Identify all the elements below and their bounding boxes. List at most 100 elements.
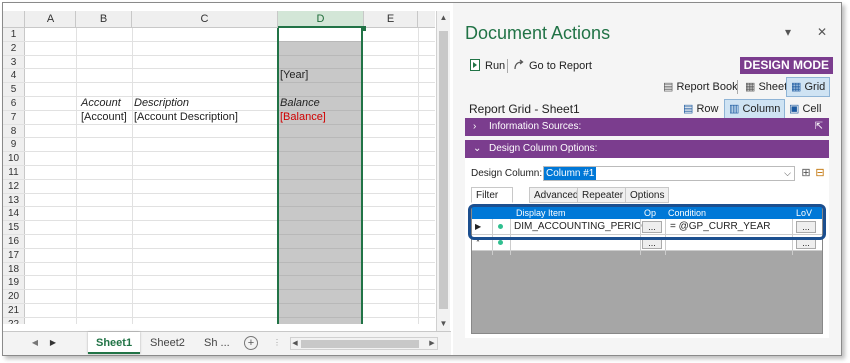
cell-mode-button[interactable]: ▣ Cell	[785, 99, 825, 119]
cell-b6[interactable]: Account	[81, 97, 121, 111]
action-toolbar: Run Go to Report DESIGN MODE	[465, 56, 833, 76]
cell-d6[interactable]: Balance	[280, 97, 320, 111]
tab-sheet1[interactable]: Sheet1	[88, 332, 141, 354]
column-d-gridline	[279, 206, 361, 208]
close-icon[interactable]: ✕	[817, 25, 827, 39]
column-header-b[interactable]: B	[76, 11, 132, 28]
row-number[interactable]: 2	[3, 41, 25, 55]
row-number[interactable]: 1	[3, 28, 25, 41]
scroll-down-icon[interactable]: ▼	[437, 317, 450, 331]
row-number[interactable]: 16	[3, 235, 25, 248]
horizontal-scroll-thumb[interactable]	[301, 340, 419, 348]
row-number[interactable]: 8	[3, 124, 25, 138]
status-dot-icon	[498, 240, 503, 245]
report-book-label: Report Book	[676, 81, 738, 93]
scroll-right-icon[interactable]: ▶	[427, 337, 437, 351]
row-number[interactable]: 18	[3, 262, 25, 276]
scroll-left-icon[interactable]: ◀	[290, 337, 300, 351]
column-icon: ▥	[729, 103, 740, 115]
row-number[interactable]: 3	[3, 55, 25, 69]
design-mode-badge[interactable]: DESIGN MODE	[739, 57, 833, 74]
tab-more-sheets[interactable]: Sh ...	[196, 332, 238, 354]
sheet-row: 3	[3, 55, 435, 70]
sheet-row: 15	[3, 221, 435, 235]
row-number[interactable]: 17	[3, 248, 25, 262]
sheet-rows: 12345678910111213141516171819202122	[3, 28, 435, 324]
tab-filter-criteria[interactable]: Filter Criteria	[471, 187, 514, 217]
row-label: Row	[696, 103, 719, 115]
row-number[interactable]: 9	[3, 138, 25, 152]
sheet-button[interactable]: ▦ Sheet	[741, 77, 791, 97]
row-number[interactable]: 10	[3, 152, 25, 165]
information-sources-header[interactable]: › Information Sources: ⇱	[465, 118, 829, 136]
vertical-scroll-thumb[interactable]	[439, 31, 448, 309]
document-actions-panel: Document Actions ▾ ✕ Run Go to Report DE…	[453, 3, 841, 355]
cell-d7[interactable]: [Balance]	[280, 111, 326, 125]
add-column-icon[interactable]: ⊞	[799, 166, 813, 180]
tab-prev-icon[interactable]: ◀	[27, 332, 43, 354]
row-number[interactable]: 12	[3, 179, 25, 193]
sheet-row: 13	[3, 193, 435, 208]
tab-split-handle-icon[interactable]: ⋮	[269, 332, 285, 354]
vertical-scrollbar[interactable]: ▲ ▼	[436, 11, 450, 331]
sheet-row: 14	[3, 207, 435, 222]
tab-next-icon[interactable]: ▶	[45, 332, 61, 354]
row-number[interactable]: 14	[3, 207, 25, 221]
column-header-c[interactable]: C	[132, 11, 278, 28]
panel-title: Document Actions	[465, 23, 611, 43]
row-number[interactable]: 13	[3, 193, 25, 207]
tab-advanced[interactable]: Advanced	[529, 187, 584, 203]
row-number[interactable]: 5	[3, 83, 25, 96]
fill-handle[interactable]	[361, 26, 366, 31]
column-header-d[interactable]: D	[278, 11, 364, 28]
add-sheet-icon[interactable]: +	[244, 336, 258, 350]
row-number[interactable]: 6	[3, 97, 25, 110]
go-to-report-icon	[514, 59, 524, 70]
row-number[interactable]: 19	[3, 276, 25, 290]
cell-b7[interactable]: [Account]	[81, 111, 127, 125]
row-number[interactable]: 20	[3, 290, 25, 303]
row-number[interactable]: 7	[3, 110, 25, 124]
horizontal-scrollbar[interactable]: ◀ ▶	[290, 337, 438, 350]
gridline	[418, 28, 419, 324]
row-number[interactable]: 15	[3, 221, 25, 234]
sheet-row: 20	[3, 290, 435, 304]
tab-repeater[interactable]: Repeater	[577, 187, 629, 203]
cell-d4[interactable]: [Year]	[280, 69, 308, 83]
panel-options-icon[interactable]: ▾	[785, 25, 791, 39]
row-number[interactable]: 22	[3, 317, 25, 324]
cell-d1[interactable]	[279, 28, 361, 42]
column-header-e[interactable]: E	[364, 11, 418, 28]
chevron-down-icon[interactable]: ⌵	[784, 167, 791, 180]
row-number[interactable]: 21	[3, 304, 25, 317]
go-to-report-button[interactable]: Go to Report	[513, 56, 592, 76]
sheet-row: 18	[3, 262, 435, 277]
cell-c6[interactable]: Description	[134, 97, 189, 111]
tab-sheet2[interactable]: Sheet2	[142, 332, 193, 354]
select-all-corner[interactable]	[3, 11, 25, 28]
row-number[interactable]: 4	[3, 69, 25, 83]
grid-button[interactable]: ▦ Grid	[786, 77, 831, 97]
column-header-a[interactable]: A	[26, 11, 76, 28]
grid-icon: ▦	[791, 81, 802, 93]
scroll-up-icon[interactable]: ▲	[437, 11, 450, 25]
gridline	[76, 28, 77, 324]
design-column-options-header[interactable]: ⌄ Design Column Options:	[465, 140, 829, 158]
row-number[interactable]: 11	[3, 166, 25, 179]
design-column-select[interactable]: Column #1 ⌵	[543, 166, 795, 181]
column-d-gridline	[279, 220, 361, 222]
run-button[interactable]: Run	[469, 56, 505, 76]
row-mode-button[interactable]: ▤ Row	[679, 99, 722, 119]
run-icon	[470, 59, 480, 71]
gridline	[132, 28, 133, 324]
column-mode-button[interactable]: ▥ Column	[724, 99, 786, 119]
report-grid-title: Report Grid - Sheet1	[469, 102, 580, 116]
column-settings-icon[interactable]: ⊟	[813, 166, 827, 180]
design-column-label: Design Column:	[471, 168, 543, 179]
pin-icon[interactable]: ⇱	[815, 118, 823, 136]
tab-options[interactable]: Options	[625, 187, 670, 203]
report-book-button[interactable]: ▤ Report Book	[659, 77, 742, 97]
sheet-row: 10	[3, 152, 435, 166]
cell-c7[interactable]: [Account Description]	[134, 111, 238, 125]
selection-highlight	[468, 204, 826, 240]
